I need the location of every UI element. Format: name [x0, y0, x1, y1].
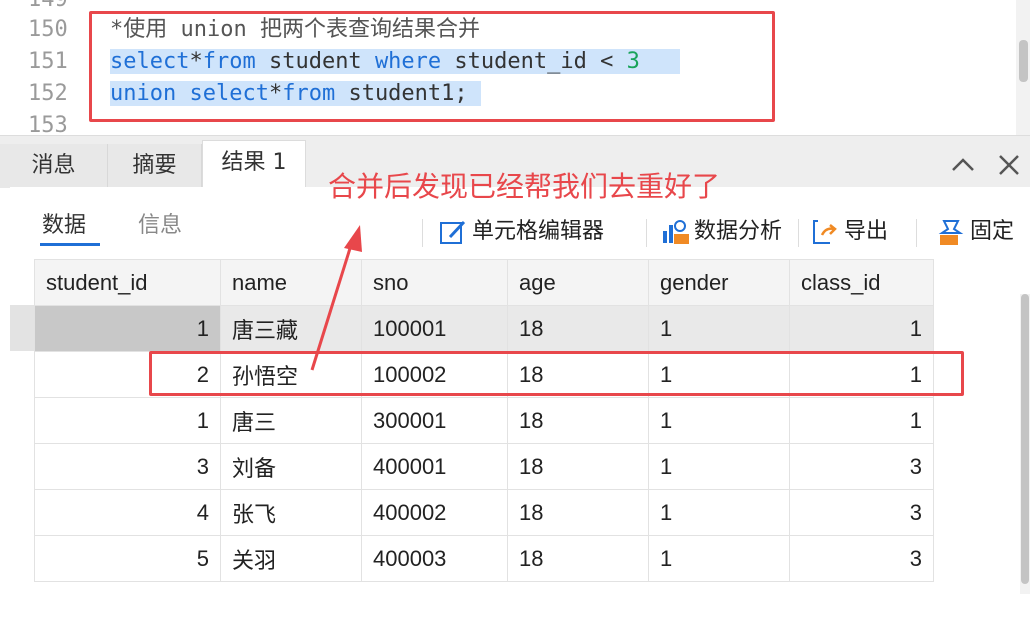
table-cell[interactable]: 3	[789, 489, 934, 536]
table-cell[interactable]: 400001	[361, 443, 508, 490]
highlight-box-row	[149, 351, 964, 396]
export-label: 导出	[844, 219, 889, 244]
header-row: student_id name sno age gender class_id	[34, 259, 934, 306]
table-cell[interactable]: 18	[507, 489, 649, 536]
table-cell[interactable]: 1	[648, 305, 790, 352]
highlight-box-query	[89, 11, 775, 122]
table-cell[interactable]: 1	[34, 397, 221, 444]
pin-label: 固定	[970, 219, 1015, 244]
table-row[interactable]: 1 唐三藏 100001 18 1 1	[34, 305, 934, 352]
table-cell[interactable]: 1	[648, 443, 790, 490]
edit-icon	[438, 217, 468, 247]
table-cell[interactable]: 18	[507, 535, 649, 582]
table-cell[interactable]: 1	[648, 397, 790, 444]
table-row[interactable]: 5 关羽 400003 18 1 3	[34, 535, 934, 582]
column-header-gender[interactable]: gender	[648, 259, 790, 306]
table-row[interactable]: 1 唐三 300001 18 1 1	[34, 397, 934, 444]
table-row[interactable]: 4 张飞 400002 18 1 3	[34, 489, 934, 536]
column-header-class-id[interactable]: class_id	[789, 259, 934, 306]
close-icon[interactable]	[994, 150, 1024, 180]
table-cell[interactable]: 1	[34, 305, 221, 352]
table-cell[interactable]: 3	[789, 443, 934, 490]
row-selector[interactable]	[10, 305, 34, 351]
toolbar-divider	[422, 219, 423, 247]
table-cell[interactable]: 3	[34, 443, 221, 490]
tab-result-1[interactable]: 结果 1	[202, 140, 306, 188]
cell-editor-label: 单元格编辑器	[472, 219, 605, 244]
table-cell[interactable]: 关羽	[220, 535, 362, 582]
chevron-up-icon[interactable]	[948, 150, 978, 180]
table-cell[interactable]: 4	[34, 489, 221, 536]
result-grid: student_id name sno age gender class_id …	[10, 259, 1030, 642]
toolbar-divider	[646, 219, 647, 247]
export-icon	[810, 217, 840, 247]
active-subtab-indicator	[40, 243, 100, 246]
grid-scrollbar-thumb[interactable]	[1021, 294, 1029, 584]
export-button[interactable]: 导出	[810, 215, 888, 249]
table-cell[interactable]: 唐三	[220, 397, 362, 444]
table-cell[interactable]: 18	[507, 305, 649, 352]
toolbar-divider	[916, 219, 917, 247]
line-number: 150	[28, 17, 68, 42]
column-header-sno[interactable]: sno	[361, 259, 508, 306]
line-number: 153	[28, 113, 68, 135]
table-cell[interactable]: 1	[789, 397, 934, 444]
subtab-info[interactable]: 信息	[138, 207, 182, 239]
editor-scrollbar[interactable]	[1016, 0, 1030, 135]
data-analysis-icon	[660, 217, 690, 247]
pin-icon	[936, 217, 966, 247]
data-analysis-button[interactable]: 数据分析	[660, 215, 782, 249]
table-cell[interactable]: 1	[648, 535, 790, 582]
pin-button[interactable]: 固定	[936, 215, 1014, 249]
table-cell[interactable]: 3	[789, 535, 934, 582]
toolbar-divider	[798, 219, 799, 247]
table-cell[interactable]: 18	[507, 443, 649, 490]
table-cell[interactable]: 1	[789, 305, 934, 352]
result-table: student_id name sno age gender class_id …	[34, 259, 934, 582]
table-cell[interactable]: 唐三藏	[220, 305, 362, 352]
annotation-text: 合并后发现已经帮我们去重好了	[328, 170, 721, 203]
grid-scrollbar[interactable]	[1020, 294, 1030, 594]
line-number: 151	[28, 49, 68, 74]
table-cell[interactable]: 刘备	[220, 443, 362, 490]
data-analysis-label: 数据分析	[694, 219, 783, 244]
table-cell[interactable]: 1	[648, 489, 790, 536]
table-cell[interactable]: 400002	[361, 489, 508, 536]
column-header-name[interactable]: name	[220, 259, 362, 306]
line-number: 152	[28, 81, 68, 106]
cell-editor-button[interactable]: 单元格编辑器	[438, 215, 604, 249]
table-cell[interactable]: 400003	[361, 535, 508, 582]
table-cell[interactable]: 300001	[361, 397, 508, 444]
table-cell[interactable]: 5	[34, 535, 221, 582]
tab-messages[interactable]: 消息	[0, 144, 108, 188]
table-cell[interactable]: 18	[507, 397, 649, 444]
table-row[interactable]: 3 刘备 400001 18 1 3	[34, 443, 934, 490]
subtab-data[interactable]: 数据	[42, 207, 86, 239]
column-header-student-id[interactable]: student_id	[34, 259, 221, 306]
line-number-gutter: 149 150 151 152 153	[0, 0, 82, 135]
table-cell[interactable]: 100001	[361, 305, 508, 352]
tab-summary[interactable]: 摘要	[108, 144, 202, 188]
editor-scrollbar-thumb[interactable]	[1019, 40, 1028, 82]
column-header-age[interactable]: age	[507, 259, 649, 306]
table-cell[interactable]: 张飞	[220, 489, 362, 536]
